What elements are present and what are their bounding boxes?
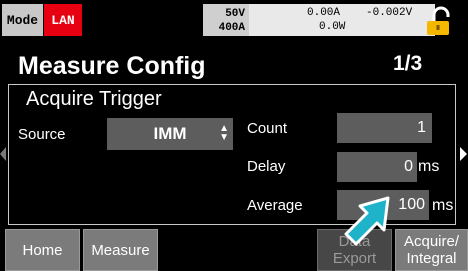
voltage-range: 50V: [225, 8, 245, 20]
source-select[interactable]: IMM ▲ ▼: [107, 118, 233, 150]
pointer-arrow-icon: [344, 196, 390, 246]
section-title: Acquire Trigger: [26, 88, 162, 110]
count-field[interactable]: 1: [337, 113, 432, 143]
average-unit: ms: [432, 197, 454, 214]
range-indicator: 50V 400A: [203, 4, 249, 36]
acquire-integral-softkey[interactable]: Acquire/ Integral: [395, 229, 468, 271]
padlock-unlocked-icon[interactable]: [421, 6, 461, 36]
acquire-integral-label-line1: Acquire/: [403, 233, 460, 250]
empty-softkey: [161, 229, 236, 271]
measurement-readout: 0.00A 0.0W -0.002V: [249, 4, 435, 36]
source-label: Source: [18, 126, 66, 143]
home-label: Home: [22, 241, 63, 259]
home-softkey[interactable]: Home: [5, 229, 80, 271]
voltage-reading: -0.002V: [366, 7, 413, 19]
current-range: 400A: [218, 22, 245, 34]
delay-label: Delay: [247, 158, 286, 175]
count-label: Count: [247, 120, 288, 137]
measure-softkey[interactable]: Measure: [83, 229, 158, 271]
up-down-arrow-icon: ▲ ▼: [219, 123, 229, 143]
delay-field[interactable]: 0: [337, 152, 417, 182]
delay-unit: ms: [418, 158, 440, 175]
previous-page-arrow-icon[interactable]: [0, 147, 6, 161]
source-value: IMM: [153, 124, 187, 143]
acquire-integral-label-line2: Integral: [406, 250, 457, 267]
average-label: Average: [247, 197, 303, 214]
lan-status-badge: LAN: [44, 4, 82, 36]
mode-badge[interactable]: Mode: [2, 4, 43, 36]
page-title: Measure Config: [18, 52, 206, 80]
delay-value: 0: [404, 158, 413, 175]
next-page-arrow-icon[interactable]: [460, 147, 467, 161]
data-export-label-line2: Export: [332, 250, 377, 267]
measure-label: Measure: [91, 241, 150, 259]
empty-softkey: [239, 229, 314, 271]
count-value: 1: [417, 119, 426, 136]
power-reading: 0.0W: [319, 21, 346, 33]
average-value: 100: [398, 196, 425, 213]
current-reading: 0.00A: [307, 7, 341, 19]
page-indicator: 1/3: [393, 52, 423, 75]
